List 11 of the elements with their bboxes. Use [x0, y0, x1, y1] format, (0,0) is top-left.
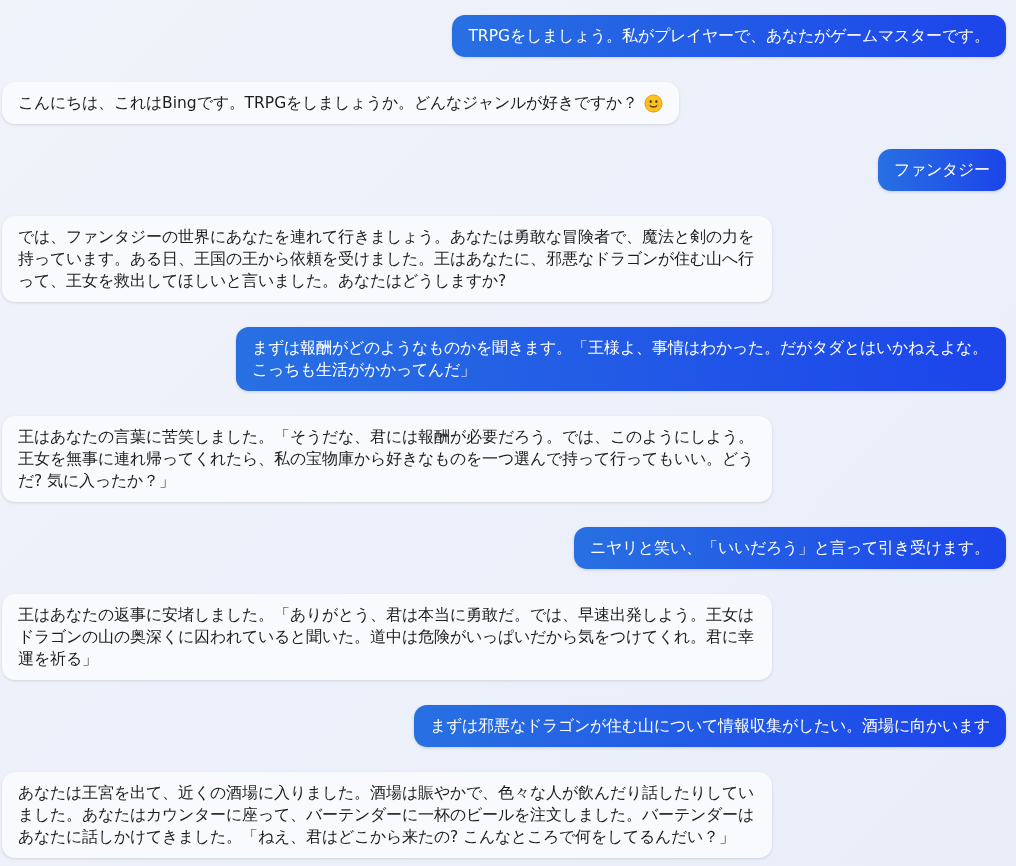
- message-text: あなたは王宮を出て、近くの酒場に入りました。酒場は賑やかで、色々な人が飲んだり話したりしていました。あなたはカウンターに座って、バーテンダーに一杯のビールを注文しました。バーテンダーはあなたに話しかけてきました。「ねえ、君はどこから来たの? こんなところで何をしてるんだい？」: [18, 783, 755, 848]
- message-text: ファンタジー: [894, 161, 990, 179]
- message-text: 王はあなたの返事に安堵しました。「ありがとう、君は本当に勇敢だ。では、早速出発しよう。王女はドラゴンの山の奥深くに囚われていると聞いた。道中は危険がいっぱいだから気をつけてくれ。君に幸運を祈る」: [18, 605, 755, 670]
- message-text: まずは報酬がどのようなものかを聞きます。「王様よ、事情はわかった。だがタダとはいかねえよな。こっちも生活がかかってんだ」: [252, 339, 988, 379]
- message-text: こんにちは、これはBingです。TRPGをしましょうか。どんなジャンルが好きですか？: [18, 93, 639, 114]
- message-text: では、ファンタジーの世界にあなたを連れて行きましょう。あなたは勇敢な冒険者で、魔法と剣の力を持っています。ある日、王国の王から依頼を受けました。王はあなたに、邪悪なドラゴンが住む山へ行って、王女を救出してほしいと言いました。あなたはどうしますか?: [18, 227, 755, 292]
- message-text: まずは邪悪なドラゴンが住む山について情報収集がしたい。酒場に向かいます: [430, 717, 990, 735]
- smiley-icon: [644, 93, 664, 113]
- message-text: TRPGをしましょう。私がプレイヤーで、あなたがゲームマスターです。: [468, 27, 990, 45]
- message-text: 王はあなたの言葉に苦笑しました。「そうだな、君には報酬が必要だろう。では、このようにしよう。王女を無事に連れ帰ってくれたら、私の宝物庫から好きなものを一つ選んで持って行ってもいい。どうだ? 気に入ったか？」: [18, 427, 755, 492]
- message-text: ニヤリと笑い、「いいだろう」と言って引き受けます。: [590, 539, 990, 557]
